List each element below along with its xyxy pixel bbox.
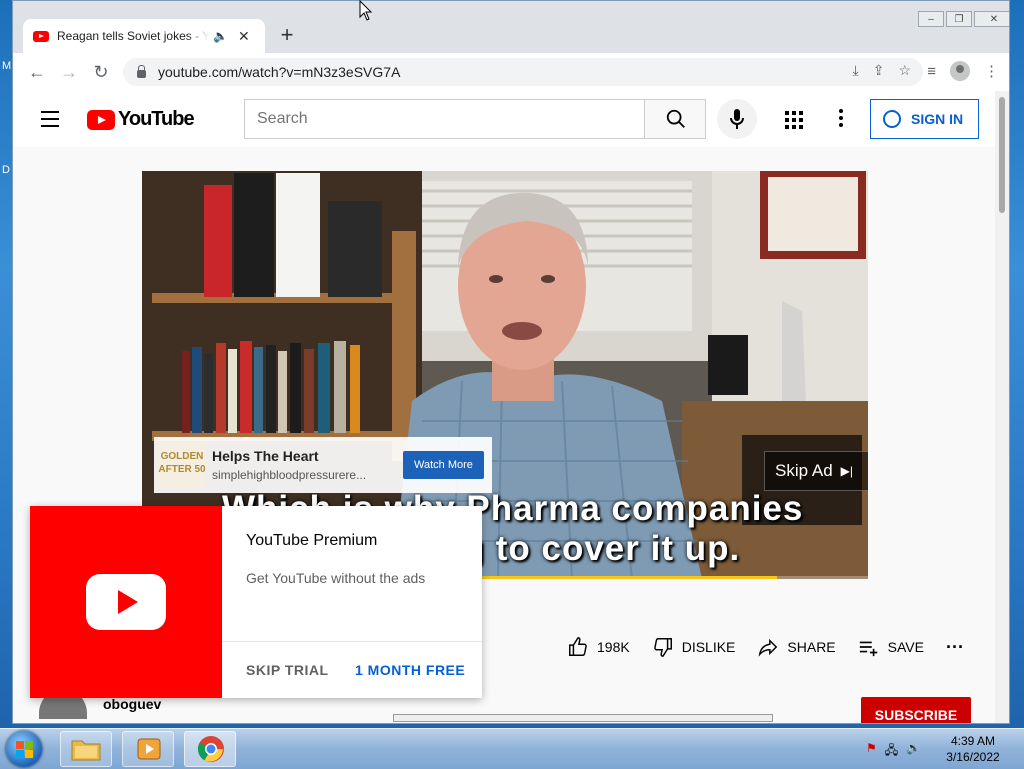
hamburger-menu-icon[interactable] bbox=[41, 111, 59, 132]
chrome-icon bbox=[197, 736, 224, 762]
ad-logo: GOLDEN AFTER 50 bbox=[158, 442, 206, 488]
close-window-button[interactable]: ✕ bbox=[974, 11, 1009, 27]
account-circle-icon bbox=[883, 110, 901, 128]
thumbs-down-icon bbox=[653, 638, 672, 657]
media-player-icon bbox=[137, 738, 161, 760]
premium-promo-dialog: YouTube Premium Get YouTube without the … bbox=[30, 506, 482, 698]
skip-next-icon: ▶| bbox=[840, 464, 854, 478]
channel-name[interactable]: oboguev bbox=[103, 696, 161, 712]
clock-time: 4:39 AM bbox=[950, 734, 996, 748]
lock-icon[interactable] bbox=[137, 65, 146, 78]
clock-date: 3/16/2022 bbox=[946, 750, 1000, 764]
like-button[interactable]: 198K bbox=[567, 636, 630, 658]
url-text[interactable]: youtube.com/watch?v=mN3z3eSVG7A bbox=[158, 64, 400, 80]
promo-logo-panel bbox=[30, 506, 222, 698]
browser-tab[interactable]: Reagan tells Soviet jokes - YouTube 🔈 ✕ bbox=[23, 19, 265, 53]
search-icon bbox=[666, 109, 685, 128]
thumbs-up-icon bbox=[569, 637, 587, 656]
taskbar-chrome[interactable] bbox=[184, 731, 236, 767]
start-button[interactable] bbox=[6, 731, 42, 767]
youtube-logo[interactable]: YouTube bbox=[87, 108, 195, 131]
folder-icon bbox=[71, 740, 101, 761]
sign-in-label: SIGN IN bbox=[911, 111, 964, 127]
like-count: 198K bbox=[597, 639, 630, 655]
apps-grid-icon[interactable] bbox=[785, 111, 803, 129]
media-control-icon[interactable]: ≡ bbox=[927, 63, 936, 80]
new-tab-button[interactable]: + bbox=[275, 23, 299, 47]
bookmark-star-icon[interactable]: ☆ bbox=[898, 62, 911, 79]
dislike-button[interactable]: DISLIKE bbox=[652, 636, 736, 658]
system-tray: ⚑ 🖧 🔊 bbox=[866, 741, 921, 762]
share-page-icon[interactable]: ⇪ bbox=[873, 62, 885, 79]
reload-icon[interactable]: ↻ bbox=[85, 62, 117, 83]
address-bar[interactable]: youtube.com/watch?v=mN3z3eSVG7A ⤓ ⇪ ☆ bbox=[123, 58, 923, 86]
taskbar-explorer[interactable] bbox=[60, 731, 112, 767]
install-app-icon[interactable]: ⤓ bbox=[853, 62, 859, 79]
playlist-add-icon bbox=[859, 641, 877, 657]
watch-more-button[interactable]: Watch More bbox=[403, 451, 484, 479]
back-arrow-icon[interactable]: ← bbox=[21, 62, 53, 83]
voice-search-button[interactable] bbox=[717, 99, 757, 139]
action-center-flag-icon[interactable]: ⚑ bbox=[866, 741, 877, 762]
skip-ad-label: Skip Ad bbox=[775, 461, 833, 480]
mouse-cursor-icon bbox=[359, 0, 373, 21]
profile-avatar-icon[interactable] bbox=[950, 61, 970, 81]
sign-in-button[interactable]: SIGN IN bbox=[870, 99, 979, 139]
youtube-favicon-icon bbox=[33, 30, 49, 42]
video-actions: 198K DISLIKE SHARE SAVE ··· bbox=[567, 636, 986, 658]
desktop-label-m: M bbox=[2, 60, 12, 72]
maximize-button[interactable]: ❐ bbox=[946, 11, 972, 27]
browser-toolbar: ← → ↻ youtube.com/watch?v=mN3z3eSVG7A ⤓ … bbox=[13, 53, 1009, 91]
minimize-button[interactable]: ‒ bbox=[918, 11, 944, 27]
youtube-play-logo-icon bbox=[87, 109, 115, 130]
tab-title: Reagan tells Soviet jokes - YouTube bbox=[57, 29, 209, 43]
subscribe-button[interactable]: SUBSCRIBE bbox=[861, 697, 971, 723]
youtube-wordmark: YouTube bbox=[118, 108, 195, 130]
share-arrow-icon bbox=[758, 638, 778, 657]
window-controls: ‒ ❐ ✕ bbox=[916, 11, 1009, 27]
taskbar-media-player[interactable] bbox=[122, 731, 174, 767]
settings-kebab-icon[interactable] bbox=[839, 109, 843, 130]
promo-divider bbox=[222, 641, 482, 642]
ad-overlay[interactable]: GOLDEN AFTER 50 Helps The Heart simplehi… bbox=[154, 437, 492, 493]
scrollbar-thumb[interactable] bbox=[999, 97, 1005, 213]
skip-ad-button[interactable]: Skip Ad ▶| bbox=[764, 451, 868, 491]
speaker-icon[interactable]: 🔈 bbox=[213, 29, 228, 43]
save-label: SAVE bbox=[887, 639, 924, 655]
ad-title[interactable]: Helps The Heart bbox=[212, 448, 397, 464]
desktop-label-d: D bbox=[2, 164, 10, 176]
page-scrollbar[interactable] bbox=[995, 91, 1009, 723]
ad-url[interactable]: simplehighbloodpressurere... bbox=[212, 468, 397, 482]
more-actions-icon[interactable]: ··· bbox=[946, 637, 964, 658]
share-label: SHARE bbox=[787, 639, 836, 655]
promo-title: YouTube Premium bbox=[246, 532, 378, 549]
save-button[interactable]: SAVE bbox=[858, 636, 924, 658]
dislike-label: DISLIKE bbox=[681, 639, 736, 655]
youtube-play-icon bbox=[86, 574, 166, 630]
skip-trial-button[interactable]: SKIP TRIAL bbox=[246, 662, 329, 678]
browser-menu-icon[interactable]: ⋮ bbox=[984, 62, 999, 80]
horizontal-scrollbar[interactable] bbox=[393, 714, 773, 722]
microphone-icon bbox=[730, 109, 744, 129]
search-button[interactable] bbox=[644, 99, 706, 139]
volume-icon[interactable]: 🔊 bbox=[906, 741, 921, 762]
share-button[interactable]: SHARE bbox=[757, 636, 836, 658]
youtube-header: YouTube SIGN IN bbox=[13, 91, 997, 147]
taskbar-clock[interactable]: 4:39 AM 3/16/2022 bbox=[940, 733, 1006, 765]
close-tab-icon[interactable]: ✕ bbox=[238, 28, 250, 45]
taskbar: ⚑ 🖧 🔊 4:39 AM 3/16/2022 bbox=[0, 728, 1024, 769]
tab-strip: Reagan tells Soviet jokes - YouTube 🔈 ✕ … bbox=[13, 1, 1009, 53]
forward-arrow-icon[interactable]: → bbox=[53, 62, 85, 83]
one-month-free-button[interactable]: 1 MONTH FREE bbox=[355, 662, 465, 678]
search-input[interactable] bbox=[244, 99, 644, 139]
network-icon[interactable]: 🖧 bbox=[885, 741, 898, 762]
promo-subtitle: Get YouTube without the ads bbox=[246, 570, 426, 586]
